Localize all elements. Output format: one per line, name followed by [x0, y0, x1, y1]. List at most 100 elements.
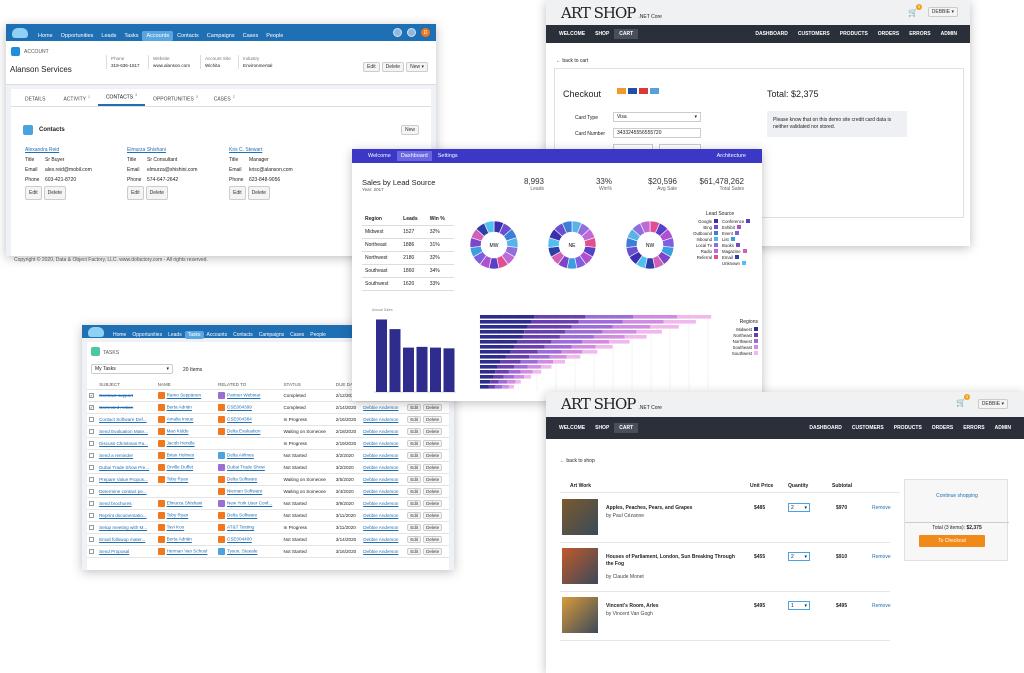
task-delete-button[interactable]: Delete: [423, 476, 443, 483]
nav-errors[interactable]: ERRORS: [904, 29, 935, 39]
task-checkbox[interactable]: [89, 536, 94, 542]
task-delete-button[interactable]: Delete: [423, 464, 443, 471]
task-checkbox[interactable]: [89, 500, 94, 506]
task-edit-button[interactable]: Edit: [407, 464, 422, 471]
quantity-select[interactable]: 2 ▾: [788, 503, 810, 512]
task-edit-button[interactable]: Edit: [407, 524, 422, 531]
nav-shop[interactable]: SHOP: [590, 423, 614, 433]
task-owner[interactable]: Debbie Anderson: [361, 521, 406, 534]
task-owner[interactable]: Debbie Anderson: [361, 545, 406, 558]
table-row[interactable]: Send Evaluation Mate... Mao Kidde Delta Ev…: [87, 425, 449, 438]
task-related[interactable]: Dubai Trade Show: [227, 465, 265, 470]
task-delete-button[interactable]: Delete: [423, 416, 443, 423]
task-delete-button[interactable]: Delete: [423, 428, 443, 435]
nav-people[interactable]: People: [262, 31, 287, 41]
nav-home[interactable]: Home: [110, 331, 129, 339]
nav-tasks[interactable]: Tasks: [184, 330, 204, 339]
nav-tasks[interactable]: Tasks: [120, 31, 142, 41]
nav-cases[interactable]: Cases: [239, 31, 263, 41]
task-edit-button[interactable]: Edit: [407, 488, 422, 495]
task-subject[interactable]: Send Proposal: [97, 545, 156, 558]
task-edit-button[interactable]: Edit: [407, 500, 422, 507]
nav-welcome[interactable]: WELCOME: [554, 423, 590, 433]
task-delete-button[interactable]: Delete: [423, 524, 443, 531]
contact-name-link[interactable]: Alexandra Reid: [25, 145, 125, 155]
task-owner[interactable]: Debbie Anderson: [361, 533, 406, 546]
task-checkbox[interactable]: [89, 476, 94, 482]
nav-people[interactable]: People: [307, 331, 329, 339]
table-row[interactable]: Email followup mater... Berta Adrián CSE00…: [87, 533, 449, 546]
quantity-select[interactable]: 1 ▾: [788, 601, 810, 610]
nav-cart[interactable]: CART: [614, 423, 639, 433]
nav-customers[interactable]: CUSTOMERS: [847, 423, 889, 433]
contact-name-link[interactable]: Kris C. Stewart: [229, 145, 329, 155]
task-subject[interactable]: Prepare Value Propos...: [97, 473, 156, 486]
user-menu[interactable]: DEBBIE ▾: [927, 7, 958, 17]
task-related[interactable]: Delta Evaluation: [227, 429, 260, 434]
back-to-shop-link[interactable]: ← back to shop: [560, 458, 595, 464]
task-related[interactable]: Delta Software: [227, 513, 257, 518]
task-name[interactable]: Herman Van School: [167, 549, 208, 554]
dash-nav-welcome[interactable]: Welcome: [364, 151, 395, 161]
delete-button[interactable]: Delete: [381, 62, 405, 72]
dash-nav-settings[interactable]: Settings: [434, 151, 462, 161]
task-subject[interactable]: Contact Software Def...: [97, 413, 156, 426]
task-name[interactable]: Jacob Hendle: [167, 441, 195, 446]
task-delete-button[interactable]: Delete: [423, 500, 443, 507]
task-related[interactable]: New York User Conf...: [227, 501, 272, 506]
remove-link[interactable]: Remove: [872, 505, 891, 511]
task-checkbox[interactable]: [89, 488, 94, 494]
task-delete-button[interactable]: Delete: [423, 440, 443, 447]
task-checkbox[interactable]: [89, 452, 94, 458]
task-delete-button[interactable]: Delete: [423, 452, 443, 459]
nav-admin[interactable]: ADMIN: [990, 423, 1016, 433]
task-edit-button[interactable]: Edit: [407, 404, 422, 411]
help-icon[interactable]: [393, 28, 402, 37]
task-subject[interactable]: Email followup mater...: [97, 533, 156, 546]
nav-contacts[interactable]: Contacts: [173, 31, 203, 41]
nav-products[interactable]: PRODUCTS: [835, 29, 873, 39]
view-select[interactable]: My Tasks ▾: [91, 364, 173, 374]
task-subject[interactable]: Send brochures: [97, 497, 156, 510]
nav-opportunities[interactable]: Opportunities: [57, 31, 98, 41]
task-name[interactable]: Berta Adrián: [167, 537, 192, 542]
task-checkbox[interactable]: [89, 440, 94, 446]
tab-cases[interactable]: CASES 2: [206, 92, 243, 106]
task-name[interactable]: Elmurza Shishani: [167, 501, 203, 506]
nav-errors[interactable]: ERRORS: [958, 423, 989, 433]
tab-contacts[interactable]: CONTACTS 3: [97, 90, 146, 106]
table-row[interactable]: Discuss Christmas Pa... Jacob Hendle In Pr…: [87, 437, 449, 450]
nav-cases[interactable]: Cases: [287, 331, 307, 339]
contact-edit-button[interactable]: Edit: [229, 186, 246, 200]
new-button[interactable]: New ▾: [406, 62, 428, 72]
contact-edit-button[interactable]: Edit: [25, 186, 42, 200]
new-contact-button[interactable]: New: [400, 125, 419, 135]
task-checkbox[interactable]: ✓: [89, 393, 94, 398]
nav-home[interactable]: Home: [34, 31, 57, 41]
nav-admin[interactable]: ADMIN: [936, 29, 962, 39]
table-row[interactable]: Dubai Trade Show Pre... Orville Duffet Dub…: [87, 461, 449, 474]
task-related[interactable]: Delta Software: [227, 477, 257, 482]
table-row[interactable]: Reprint documentatio... Toby Ryan Delta So…: [87, 509, 449, 522]
task-name[interactable]: Berta Adrián: [167, 405, 192, 410]
task-checkbox[interactable]: [89, 524, 94, 530]
task-delete-button[interactable]: Delete: [423, 488, 443, 495]
task-name[interactable]: Toby Ryan: [167, 513, 189, 518]
task-delete-button[interactable]: Delete: [423, 548, 443, 555]
task-owner[interactable]: Debbie Anderson: [361, 461, 406, 474]
table-row[interactable]: Determine contact pe... Nieman Software Wa…: [87, 485, 449, 498]
nav-opportunities[interactable]: Opportunities: [129, 331, 165, 339]
nav-leads[interactable]: Leads: [97, 31, 120, 41]
task-delete-button[interactable]: Delete: [423, 512, 443, 519]
task-owner[interactable]: Debbie Anderson: [361, 401, 406, 414]
nav-accounts[interactable]: Accounts: [204, 331, 231, 339]
nav-customers[interactable]: CUSTOMERS: [793, 29, 835, 39]
task-subject[interactable]: Setup meeting with M...: [97, 521, 156, 534]
task-checkbox[interactable]: [89, 428, 94, 434]
task-edit-button[interactable]: Edit: [407, 548, 422, 555]
artwork-title[interactable]: Apples, Peaches, Pears, and Grapes: [606, 505, 736, 512]
task-related[interactable]: AT&T Testing: [227, 525, 254, 530]
nav-products[interactable]: PRODUCTS: [889, 423, 927, 433]
contact-edit-button[interactable]: Edit: [127, 186, 144, 200]
task-edit-button[interactable]: Edit: [407, 536, 422, 543]
